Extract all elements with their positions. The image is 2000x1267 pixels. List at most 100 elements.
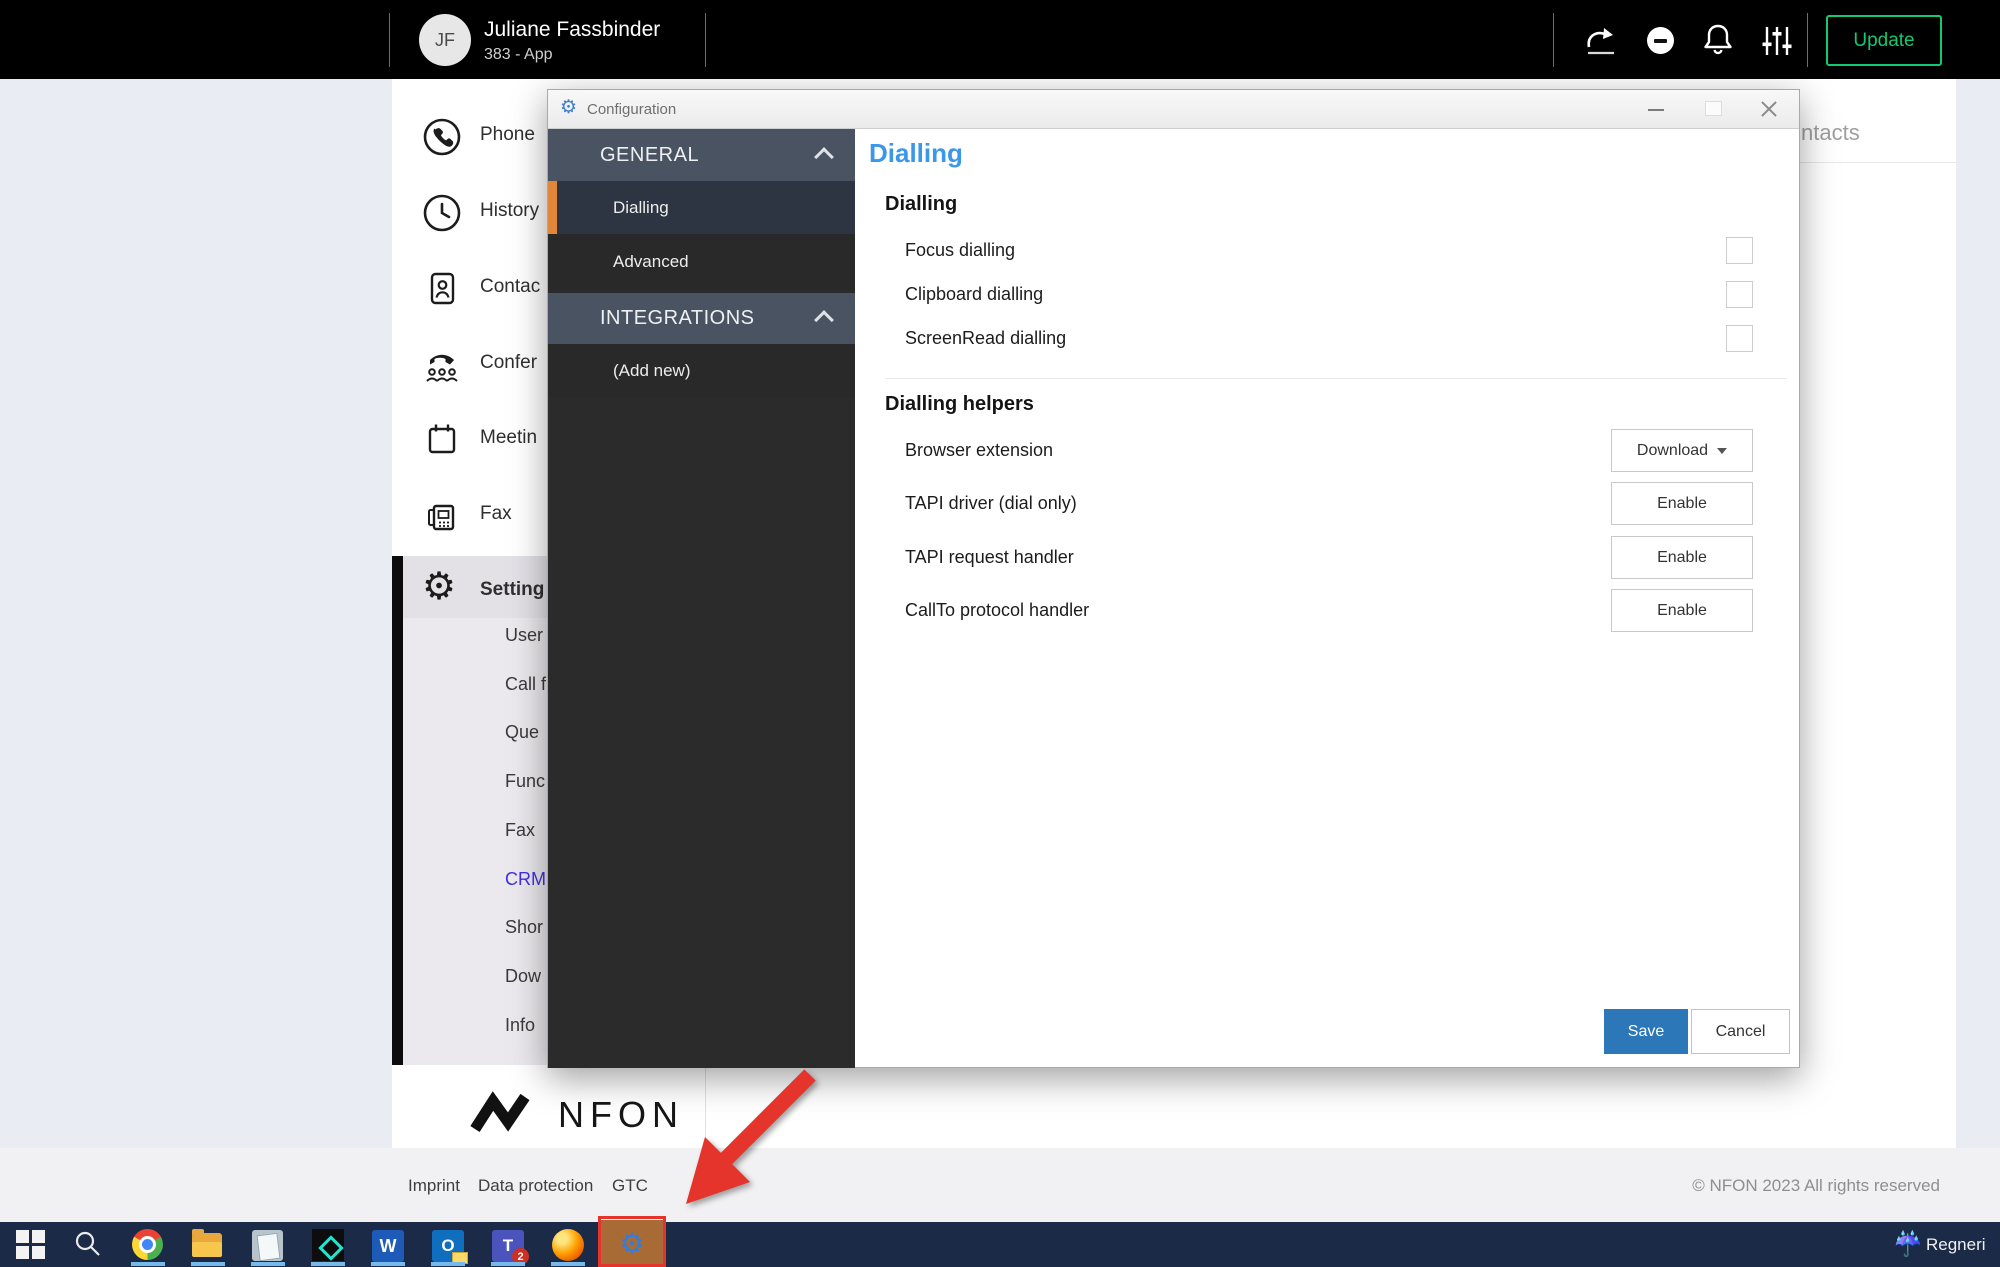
annotation-red-box bbox=[598, 1216, 666, 1267]
running-indicator bbox=[311, 1262, 345, 1266]
chevron-up-icon bbox=[814, 310, 834, 330]
data-protection-link[interactable]: Data protection bbox=[478, 1176, 593, 1196]
nav-item-add-new[interactable]: (Add new) bbox=[548, 344, 855, 397]
phone-icon bbox=[420, 115, 464, 164]
bell-icon[interactable] bbox=[1701, 21, 1735, 64]
browser-extension-label: Browser extension bbox=[905, 440, 1053, 461]
screenread-dialling-label: ScreenRead dialling bbox=[905, 328, 1066, 349]
user-name: Juliane Fassbinder bbox=[484, 18, 660, 42]
settings-sub-user[interactable]: User bbox=[505, 625, 543, 646]
callto-protocol-label: CallTo protocol handler bbox=[905, 600, 1089, 621]
running-indicator bbox=[431, 1262, 465, 1266]
save-button[interactable]: Save bbox=[1604, 1009, 1688, 1054]
sidebar-item-fax[interactable]: Fax bbox=[480, 503, 512, 525]
configuration-dialog: Configuration GENERAL Dialling Advanced … bbox=[547, 89, 1800, 1068]
running-indicator bbox=[191, 1262, 225, 1266]
update-button[interactable]: Update bbox=[1826, 15, 1942, 66]
copyright: © NFON 2023 All rights reserved bbox=[1660, 1176, 1940, 1196]
minimize-icon[interactable] bbox=[1648, 109, 1664, 111]
nav-general-label: GENERAL bbox=[600, 144, 699, 167]
tapi-driver-label: TAPI driver (dial only) bbox=[905, 493, 1077, 514]
search-icon[interactable] bbox=[72, 1228, 104, 1260]
cancel-button[interactable]: Cancel bbox=[1691, 1009, 1790, 1054]
sidebar-item-history[interactable]: History bbox=[480, 200, 539, 222]
avatar-initials: JF bbox=[435, 30, 455, 51]
maximize-icon[interactable] bbox=[1705, 101, 1722, 116]
focus-dialling-checkbox[interactable] bbox=[1726, 237, 1753, 264]
enable-label: Enable bbox=[1657, 495, 1707, 513]
settings-sub-info[interactable]: Info bbox=[505, 1015, 535, 1036]
update-label: Update bbox=[1853, 30, 1914, 52]
call-redirect-icon[interactable] bbox=[1580, 22, 1620, 65]
tapi-driver-enable-button[interactable]: Enable bbox=[1611, 482, 1753, 525]
topbar-divider bbox=[1807, 13, 1808, 67]
contact-card-icon bbox=[420, 267, 464, 316]
section-divider bbox=[885, 378, 1787, 379]
enable-label: Enable bbox=[1657, 549, 1707, 567]
screenread-dialling-checkbox[interactable] bbox=[1726, 325, 1753, 352]
running-indicator bbox=[251, 1262, 285, 1266]
word-icon[interactable] bbox=[372, 1230, 404, 1262]
imprint-link[interactable]: Imprint bbox=[408, 1176, 460, 1196]
nav-item-dialling[interactable]: Dialling bbox=[548, 181, 855, 234]
topbar bbox=[0, 0, 2000, 79]
settings-sub-function-keys[interactable]: Func bbox=[505, 771, 545, 792]
avatar[interactable]: JF bbox=[419, 14, 471, 66]
nav-dialling-label: Dialling bbox=[613, 198, 669, 218]
dialling-section-title: Dialling bbox=[885, 193, 957, 216]
settings-sub-crm[interactable]: CRM bbox=[505, 869, 546, 890]
selected-indicator bbox=[548, 181, 557, 234]
clipboard-dialling-checkbox[interactable] bbox=[1726, 281, 1753, 308]
dialog-titlebar[interactable] bbox=[548, 90, 1799, 129]
gtc-link[interactable]: GTC bbox=[612, 1176, 648, 1196]
footer-divider bbox=[705, 1068, 706, 1148]
caret-down-icon bbox=[1717, 448, 1727, 454]
settings-sub-downloads[interactable]: Dow bbox=[505, 966, 541, 987]
running-indicator bbox=[491, 1262, 525, 1266]
download-label: Download bbox=[1637, 442, 1708, 460]
sidebar-item-phone[interactable]: Phone bbox=[480, 124, 535, 146]
weather-umbrella-icon[interactable] bbox=[1893, 1229, 1923, 1260]
configuration-gear-icon bbox=[560, 98, 577, 117]
topbar-divider bbox=[389, 13, 390, 67]
nav-section-general[interactable]: GENERAL bbox=[548, 129, 855, 181]
cancel-label: Cancel bbox=[1716, 1023, 1766, 1041]
chrome-icon[interactable] bbox=[132, 1229, 163, 1260]
topbar-divider bbox=[705, 13, 706, 67]
settings-sub-fax[interactable]: Fax bbox=[505, 820, 535, 841]
clock-icon bbox=[420, 191, 464, 240]
settings-sub-shortcuts[interactable]: Shor bbox=[505, 917, 543, 938]
screen: Phone History Contac Confer Meetin Fax S… bbox=[0, 0, 2000, 1267]
nav-add-new-label: (Add new) bbox=[613, 361, 690, 381]
header-divider bbox=[1800, 162, 1956, 163]
firefox-icon[interactable] bbox=[552, 1229, 584, 1261]
file-explorer-icon[interactable] bbox=[192, 1233, 224, 1265]
tapi-request-enable-button[interactable]: Enable bbox=[1611, 536, 1753, 579]
running-indicator bbox=[371, 1262, 405, 1266]
callto-enable-button[interactable]: Enable bbox=[1611, 589, 1753, 632]
download-button[interactable]: Download bbox=[1611, 429, 1753, 472]
sidebar-item-meetings[interactable]: Meetin bbox=[480, 427, 537, 449]
sidebar-item-settings[interactable]: Setting bbox=[480, 579, 544, 601]
settings-sub-queues[interactable]: Que bbox=[505, 722, 539, 743]
do-not-disturb-icon[interactable] bbox=[1647, 27, 1674, 54]
sidebar-item-conference[interactable]: Confer bbox=[480, 352, 537, 374]
teams-icon[interactable]: 2 bbox=[492, 1230, 524, 1262]
nfon-app-icon[interactable] bbox=[312, 1229, 344, 1261]
nav-item-advanced[interactable]: Advanced bbox=[548, 234, 855, 290]
gear-icon bbox=[422, 568, 456, 606]
settings-active-bar bbox=[392, 556, 403, 1065]
notepad-icon[interactable] bbox=[252, 1230, 283, 1261]
settings-sub-call-forwarding[interactable]: Call f bbox=[505, 674, 546, 695]
outlook-icon[interactable] bbox=[432, 1230, 464, 1262]
sidebar-item-contacts[interactable]: Contac bbox=[480, 276, 540, 298]
close-icon[interactable] bbox=[1759, 99, 1779, 119]
nfon-logo-text: NFON bbox=[558, 1094, 684, 1136]
sliders-icon[interactable] bbox=[1760, 24, 1794, 63]
start-icon[interactable] bbox=[16, 1230, 48, 1262]
enable-label: Enable bbox=[1657, 602, 1707, 620]
running-indicator bbox=[551, 1262, 585, 1266]
nav-section-integrations[interactable]: INTEGRATIONS bbox=[548, 293, 855, 344]
weather-label[interactable]: Regneri bbox=[1926, 1235, 1998, 1255]
save-label: Save bbox=[1628, 1023, 1664, 1041]
